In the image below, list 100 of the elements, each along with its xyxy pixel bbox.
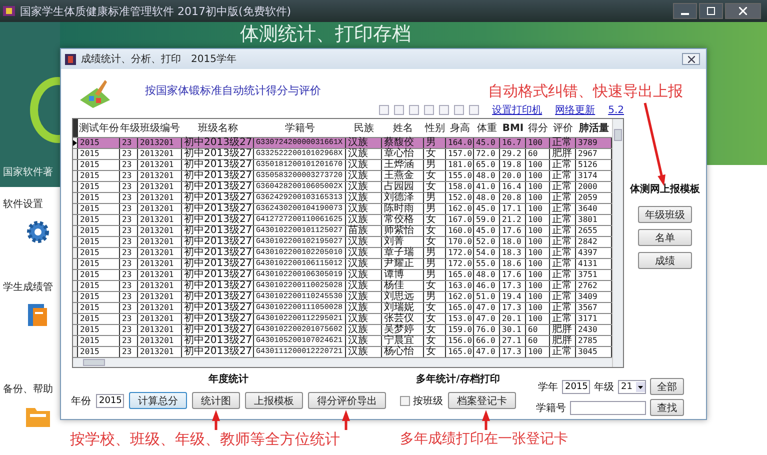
maximize-button[interactable] — [699, 3, 723, 19]
column-header[interactable]: 测试年份 — [78, 121, 120, 135]
column-header[interactable]: 班级编号 — [138, 121, 182, 135]
row-marker-cell[interactable] — [73, 160, 78, 170]
grade-dropdown[interactable]: 21 — [618, 380, 646, 394]
link[interactable]: 设置打印机 — [492, 103, 542, 117]
student-id-input[interactable] — [570, 400, 646, 414]
table-cell: 肥胖 — [550, 149, 576, 159]
horizontal-scrollbar[interactable] — [73, 358, 612, 367]
table-cell: 初中2013级27 — [182, 336, 254, 346]
row-marker-cell[interactable] — [73, 325, 78, 335]
table-cell: 100 — [526, 347, 550, 357]
row-marker-cell[interactable] — [73, 303, 78, 313]
column-header[interactable]: 民族 — [346, 121, 382, 135]
table-cell: 女 — [424, 215, 446, 225]
search-button[interactable]: 查找 — [650, 399, 684, 416]
table-cell: 汉族 — [346, 325, 382, 335]
action-button[interactable]: 统计图 — [192, 392, 240, 409]
table-cell: 100 — [526, 215, 550, 225]
table-cell: 初中2013级27 — [182, 259, 254, 269]
row-marker-cell[interactable] — [73, 248, 78, 258]
sidebar-section-label: 学生成绩管 — [3, 280, 54, 294]
table-cell: 23 — [120, 149, 138, 159]
column-header[interactable]: 姓名 — [382, 121, 424, 135]
column-header[interactable]: 年级 — [120, 121, 138, 135]
row-marker-cell[interactable] — [73, 336, 78, 346]
link[interactable]: 网络更新 — [555, 103, 596, 117]
row-marker-cell[interactable] — [73, 171, 78, 181]
row-marker-cell[interactable] — [73, 347, 78, 357]
all-button[interactable]: 全部 — [650, 378, 684, 395]
table-cell: 谭博 — [382, 270, 424, 280]
year-input[interactable]: 2015 — [96, 394, 124, 408]
table-cell: 30.1 — [500, 325, 526, 335]
table-cell: 100 — [526, 270, 550, 280]
row-marker-cell[interactable] — [73, 237, 78, 247]
table-cell: 杨佳 — [382, 281, 424, 291]
table-cell: 正常 — [550, 292, 576, 302]
table-cell: 初中2013级27 — [182, 204, 254, 214]
table-cell: 100 — [526, 259, 550, 269]
table-cell: 52.0 — [474, 237, 500, 247]
table-cell: 刘思远 — [382, 292, 424, 302]
column-header[interactable]: BMI — [500, 122, 526, 134]
table-cell: 23 — [120, 281, 138, 291]
record-card-button[interactable]: 档案登记卡 — [448, 392, 516, 409]
row-marker-cell[interactable] — [73, 149, 78, 159]
row-marker-cell[interactable] — [73, 270, 78, 280]
class-checkbox[interactable]: 按班级 — [400, 394, 443, 408]
table-cell: 100 — [526, 160, 550, 170]
table-cell: 2013201 — [138, 237, 182, 247]
table-cell: 正常 — [550, 270, 576, 280]
row-marker-cell[interactable] — [73, 226, 78, 236]
table-cell: 正常 — [550, 226, 576, 236]
table-cell: 2013201 — [138, 270, 182, 280]
dialog-close-button[interactable] — [682, 53, 700, 65]
upload-button[interactable]: 成绩 — [638, 252, 692, 269]
column-header[interactable]: 得分 — [526, 121, 550, 135]
action-button[interactable]: 得分评价导出 — [308, 392, 386, 409]
table-cell: 2013201 — [138, 149, 182, 159]
table-cell: 172.0 — [446, 259, 474, 269]
vertical-scrollbar[interactable] — [612, 119, 623, 367]
column-header[interactable]: 体重 — [474, 121, 500, 135]
table-cell: 女 — [424, 237, 446, 247]
table-cell: 160.0 — [446, 226, 474, 236]
gear-icon[interactable] — [25, 219, 51, 246]
close-button[interactable] — [725, 3, 761, 19]
row-marker-cell[interactable] — [73, 193, 78, 203]
column-header[interactable]: 性别 — [424, 121, 446, 135]
row-marker-cell[interactable] — [73, 259, 78, 269]
column-header[interactable]: 班级名称 — [182, 121, 254, 135]
column-header[interactable]: 肺活量 — [576, 121, 612, 135]
table-cell: 汉族 — [346, 160, 382, 170]
minimize-button[interactable] — [673, 3, 697, 19]
table-cell: 100 — [526, 281, 550, 291]
table-cell: 164.0 — [446, 138, 474, 148]
field-label: 年级 — [594, 380, 614, 394]
table-cell: 2015 — [78, 138, 120, 148]
close-icon — [688, 56, 694, 62]
row-marker-cell[interactable] — [73, 182, 78, 192]
table-cell: 2015 — [78, 182, 120, 192]
row-marker-cell[interactable] — [73, 138, 78, 148]
row-marker-cell[interactable] — [73, 281, 78, 291]
action-button[interactable]: 计算总分 — [129, 392, 187, 409]
table-cell: 正常 — [550, 303, 576, 313]
column-header[interactable]: 学籍号 — [254, 121, 346, 135]
sidebar-section-label: 软件设置 — [3, 198, 44, 212]
column-header[interactable]: 评价 — [550, 121, 576, 135]
row-marker-cell[interactable] — [73, 314, 78, 324]
action-button[interactable]: 上报模板 — [245, 392, 303, 409]
upload-button[interactable]: 年级班级 — [638, 206, 692, 223]
school-year-input[interactable]: 2015 — [562, 380, 590, 394]
column-header[interactable]: 身高 — [446, 121, 474, 135]
table-cell: 2015 — [78, 270, 120, 280]
upload-button[interactable]: 名单 — [638, 229, 692, 246]
row-marker-cell[interactable] — [73, 292, 78, 302]
row-marker-cell[interactable] — [73, 215, 78, 225]
version-link[interactable]: 5.2 — [608, 104, 624, 116]
table-cell: 23 — [120, 314, 138, 324]
row-marker-cell[interactable] — [73, 204, 78, 214]
table-cell: 初中2013级27 — [182, 138, 254, 148]
table-cell: 女 — [424, 149, 446, 159]
